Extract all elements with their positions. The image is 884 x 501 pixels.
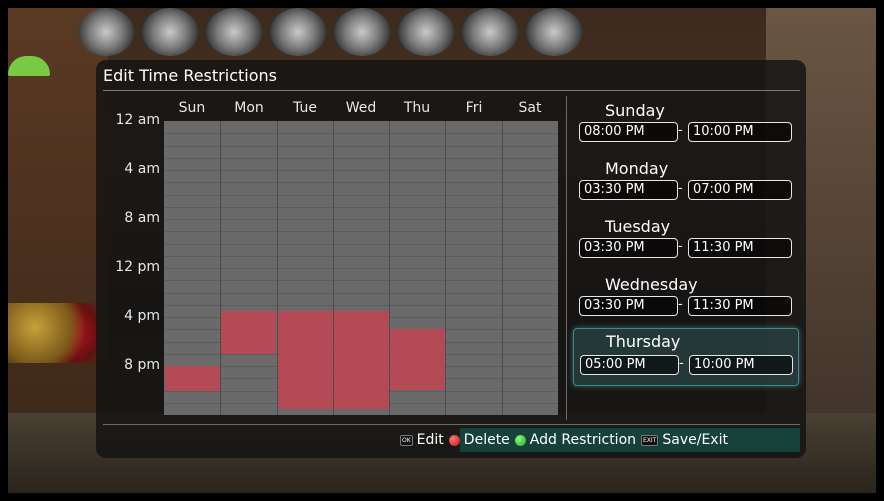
grid-hour-line: [164, 244, 558, 245]
title-divider: [103, 90, 800, 91]
hour-label-8pm: 8 pm: [124, 357, 160, 373]
red-button-icon: [448, 434, 460, 446]
end-time-field[interactable]: 10:00 PM: [689, 355, 793, 375]
restriction-block-mon[interactable]: [221, 311, 276, 354]
edit-label: Edit: [416, 432, 444, 448]
grid-hour-line: [164, 170, 558, 171]
grid-hour-line: [164, 195, 558, 196]
restriction-block-wed[interactable]: [334, 311, 389, 409]
end-time-field[interactable]: 10:00 PM: [688, 122, 792, 142]
panel-divider: [566, 96, 567, 420]
time-range-dash: -: [678, 181, 683, 196]
start-time-field[interactable]: 03:30 PM: [579, 296, 678, 316]
hour-label-4am: 4 am: [124, 161, 160, 177]
day-header-mon: Mon: [234, 100, 264, 116]
background-hubcaps: [78, 8, 598, 58]
day-header-wed: Wed: [345, 100, 377, 116]
restriction-day-name: Sunday: [605, 101, 665, 120]
restriction-day-name: Tuesday: [605, 217, 671, 236]
end-time-field[interactable]: 11:30 PM: [688, 238, 792, 258]
grid-hour-line: [164, 146, 558, 147]
grid-hour-line: [164, 158, 558, 159]
end-time-field[interactable]: 07:00 PM: [688, 180, 792, 200]
restriction-block-tue[interactable]: [278, 311, 333, 409]
ok-key-icon: OK: [400, 434, 413, 446]
background-fruit-bowl: [8, 303, 98, 363]
hour-label-4pm: 4 pm: [124, 308, 160, 324]
add-restriction-label: Add Restriction: [529, 432, 637, 448]
restriction-block-sun[interactable]: [165, 366, 220, 391]
grid-hour-line: [164, 219, 558, 220]
hour-label-12pm: 12 pm: [115, 259, 160, 275]
time-range-dash: -: [678, 297, 683, 312]
add-restriction-hint[interactable]: Add Restriction: [514, 432, 637, 448]
restriction-monday[interactable]: Monday 03:30 PM - 07:00 PM: [573, 158, 797, 214]
delete-label: Delete: [463, 432, 510, 448]
start-time-field[interactable]: 08:00 PM: [579, 122, 678, 142]
time-range-dash: -: [678, 123, 683, 138]
grid-hour-line: [164, 293, 558, 294]
start-time-field[interactable]: 05:00 PM: [580, 355, 679, 375]
day-header-thu: Thu: [403, 100, 431, 116]
hour-label-8am: 8 am: [124, 210, 160, 226]
dialog-title: Edit Time Restrictions: [103, 66, 277, 85]
time-range-dash: -: [678, 239, 683, 254]
grid-hour-line: [164, 256, 558, 257]
restriction-tuesday[interactable]: Tuesday 03:30 PM - 11:30 PM: [573, 216, 797, 272]
restriction-day-name: Monday: [605, 159, 669, 178]
end-time-field[interactable]: 11:30 PM: [688, 296, 792, 316]
day-header-tue: Tue: [293, 100, 317, 116]
day-header-sat: Sat: [518, 100, 542, 116]
delete-hint[interactable]: Delete: [448, 432, 510, 448]
time-range-dash: -: [679, 356, 684, 371]
restriction-day-name: Wednesday: [605, 275, 698, 294]
exit-key-icon: EXIT: [641, 434, 659, 446]
grid-hour-line: [164, 207, 558, 208]
start-time-field[interactable]: 03:30 PM: [579, 180, 678, 200]
restriction-block-thu[interactable]: [390, 329, 445, 390]
button-hint-bar: OK Edit Delete Add Restriction EXIT Save…: [400, 428, 800, 452]
grid-hour-line: [164, 231, 558, 232]
grid-hour-line: [164, 182, 558, 183]
restriction-day-name: Thursday: [606, 332, 681, 351]
grid-hour-line: [164, 305, 558, 306]
edit-hint[interactable]: OK Edit: [400, 432, 444, 448]
restriction-sunday[interactable]: Sunday 08:00 PM - 10:00 PM: [573, 100, 797, 156]
day-header-fri: Fri: [465, 100, 483, 116]
save-exit-label: Save/Exit: [662, 432, 728, 448]
weekly-schedule-grid[interactable]: [164, 121, 558, 415]
save-exit-hint[interactable]: EXIT Save/Exit: [641, 432, 728, 448]
grid-hour-line: [164, 268, 558, 269]
hour-label-12am: 12 am: [115, 112, 160, 128]
footer-divider: [103, 424, 800, 425]
restriction-wednesday[interactable]: Wednesday 03:30 PM - 11:30 PM: [573, 274, 797, 330]
day-header-sun: Sun: [178, 100, 206, 116]
green-button-icon: [514, 434, 526, 446]
restriction-thursday[interactable]: Thursday 05:00 PM - 10:00 PM: [573, 328, 799, 386]
grid-hour-line: [164, 133, 558, 134]
grid-hour-line: [164, 280, 558, 281]
start-time-field[interactable]: 03:30 PM: [579, 238, 678, 258]
